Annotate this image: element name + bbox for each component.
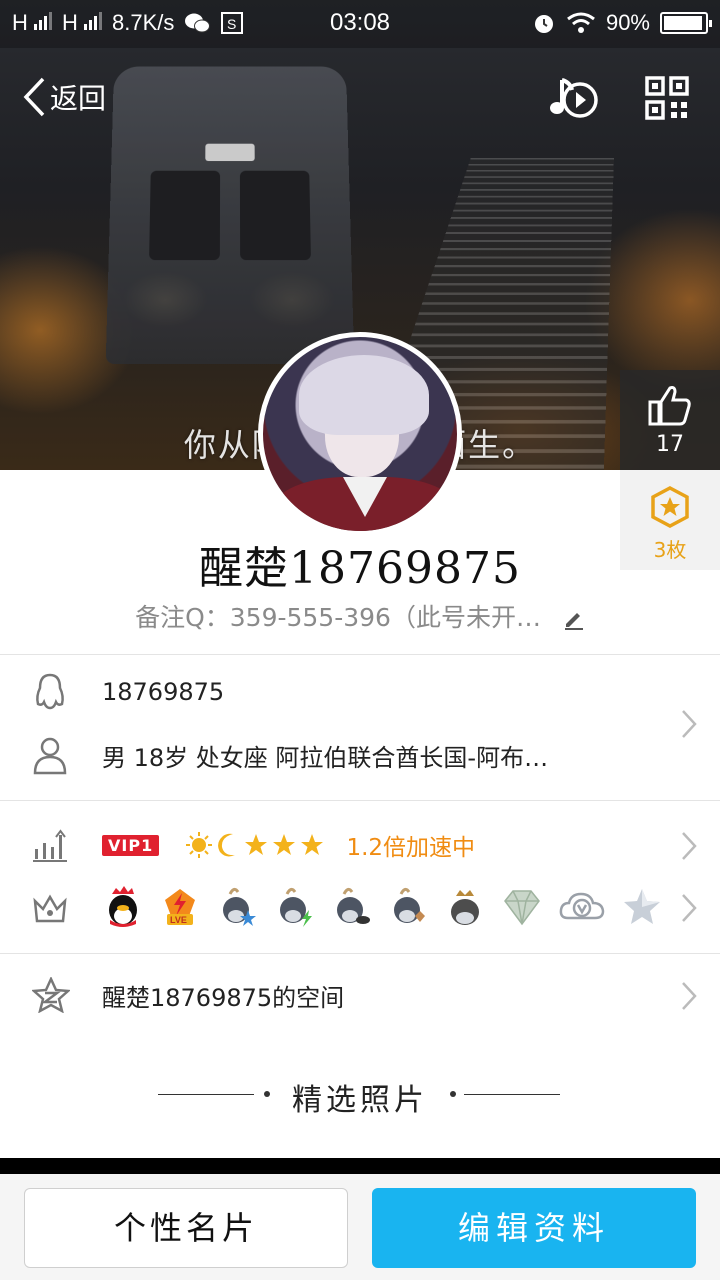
qq-penguin-badge-icon[interactable]	[102, 886, 144, 928]
medal-star-icon	[651, 486, 689, 528]
avatar-hair	[299, 355, 429, 435]
music-play-icon[interactable]	[548, 74, 600, 122]
level-icons	[185, 831, 325, 859]
title-line-right	[464, 1094, 560, 1095]
penguin-lightning-badge-icon[interactable]	[273, 886, 315, 928]
moon-level-icon	[217, 833, 235, 857]
level-chart-icon	[33, 829, 67, 862]
cover-train	[105, 66, 355, 364]
title-dot-right	[450, 1091, 456, 1097]
penguin-fish-badge-icon[interactable]	[330, 886, 372, 928]
back-label: 返回	[50, 82, 107, 115]
sun-level-icon	[185, 832, 212, 858]
divider-badges	[0, 953, 720, 954]
penguin-diamond-badge-icon[interactable]	[387, 886, 429, 928]
star-level-icon	[244, 834, 267, 855]
chevron-right-icon[interactable]	[680, 708, 698, 740]
star-level-icon	[300, 834, 323, 855]
chevron-right-icon[interactable]	[680, 892, 698, 924]
diamond-badge-icon[interactable]	[501, 886, 543, 928]
crown-icon	[33, 894, 67, 923]
avatar[interactable]	[258, 332, 462, 536]
basic-info-text: 男 18岁 处女座 阿拉伯联合酋长国-阿布…	[102, 743, 549, 772]
remark-row[interactable]: 备注Q：359-555-396（此号未开…	[0, 598, 720, 634]
divider-info	[0, 800, 720, 801]
qzone-star-icon	[32, 977, 70, 1013]
qzone-row[interactable]: 醒楚18769875的空间	[0, 972, 720, 1018]
vip-badge: VIP1	[102, 834, 160, 856]
chevron-left-icon	[23, 77, 45, 117]
train-headsign	[205, 143, 255, 162]
vip-row[interactable]: VIP1 1.2倍加速中	[0, 822, 720, 868]
chevron-right-icon[interactable]	[680, 830, 698, 862]
thumbs-up-icon	[648, 386, 691, 426]
like-count: 17	[656, 432, 684, 457]
person-icon	[33, 737, 67, 775]
qzone-label: 醒楚18769875的空间	[102, 983, 345, 1012]
badges-row[interactable]: LVE	[0, 884, 720, 934]
photo-strip	[0, 1158, 720, 1174]
chevron-right-icon[interactable]	[680, 980, 698, 1012]
nickname: 醒楚18769875	[199, 543, 521, 594]
lightning-love-badge-icon[interactable]: LVE	[159, 886, 201, 928]
star-level-icon	[272, 834, 295, 855]
penguin-star-badge-icon[interactable]	[216, 886, 258, 928]
train-window-left	[149, 170, 221, 261]
gray-star-badge-icon[interactable]	[621, 886, 663, 928]
bottom-action-bar: 个性名片 编辑资料	[0, 1174, 720, 1280]
basic-info-row: 男 18岁 处女座 阿拉伯联合酋长国-阿布…	[0, 730, 720, 780]
status-right: 90%	[532, 10, 712, 36]
divider-top	[0, 654, 720, 655]
wifi-icon	[567, 12, 595, 33]
alarm-icon	[534, 15, 553, 33]
remark-text: 备注Q：359-555-396（此号未开…	[135, 603, 541, 632]
qq-number: 18769875	[102, 678, 225, 706]
edit-profile-button[interactable]: 编辑资料	[372, 1188, 696, 1268]
personal-card-button[interactable]: 个性名片	[24, 1188, 348, 1268]
svg-text:LVE: LVE	[170, 915, 187, 925]
featured-photos-title: 精选照片	[292, 1083, 428, 1118]
qq-number-row: 18769875	[0, 668, 720, 716]
cloud-v-badge-icon[interactable]	[558, 886, 606, 928]
vip-info: VIP1 1.2倍加速中	[102, 828, 475, 862]
featured-photos-header: 精选照片	[0, 1074, 720, 1118]
back-button[interactable]: 返回	[22, 76, 106, 118]
battery-icon	[660, 12, 712, 34]
status-bar: H H 8.7K/s S 03:08 90%	[0, 0, 720, 48]
train-window-right	[239, 170, 311, 261]
pencil-edit-icon[interactable]	[563, 608, 585, 630]
penguin-crown-badge-icon[interactable]	[444, 886, 486, 928]
qr-code-icon[interactable]	[645, 76, 689, 120]
badge-list: LVE	[102, 886, 663, 928]
speedup-text: 1.2倍加速中	[346, 835, 476, 861]
battery-percent: 90%	[605, 10, 650, 35]
like-button[interactable]: 17	[620, 370, 720, 470]
penguin-icon	[36, 673, 64, 710]
